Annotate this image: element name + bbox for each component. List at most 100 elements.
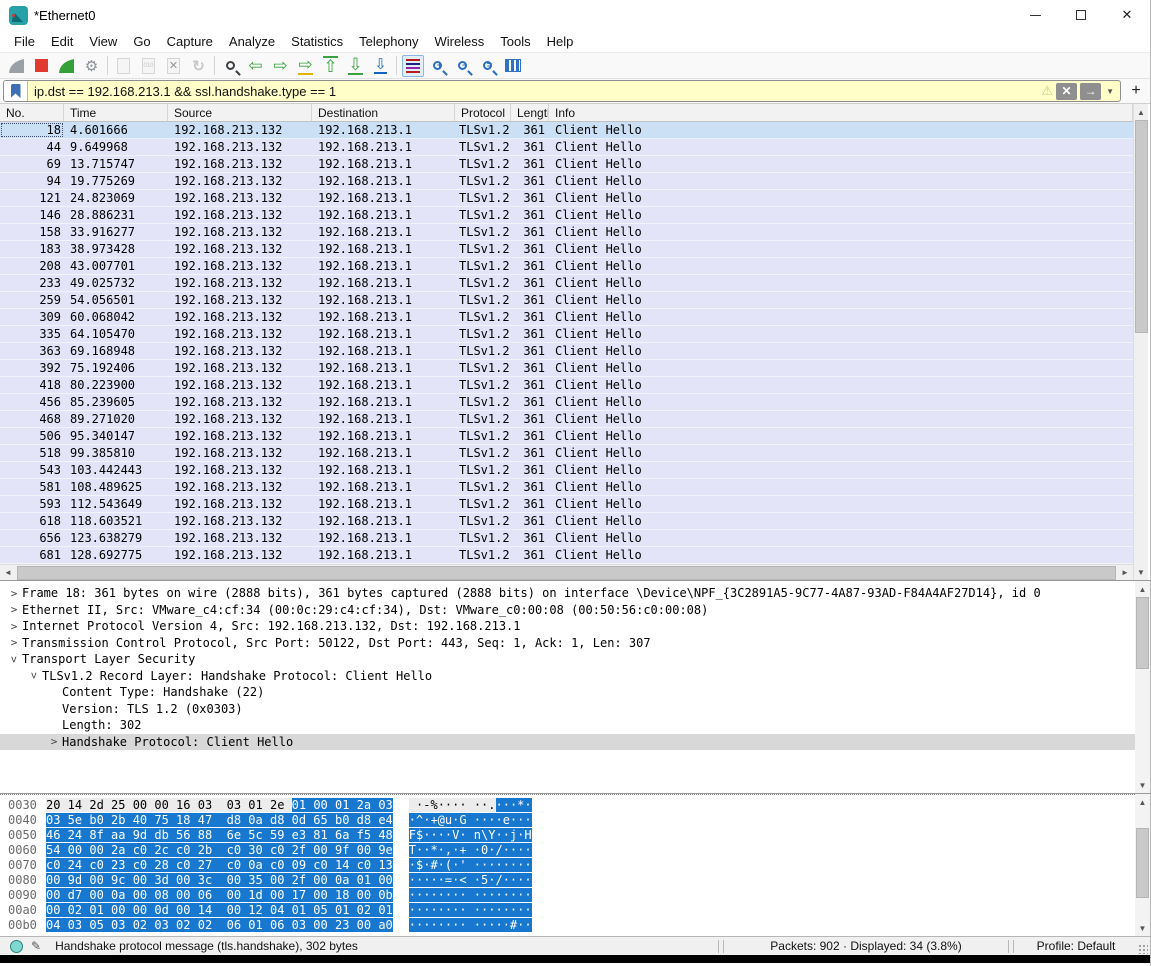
packet-row[interactable]: 593112.543649192.168.213.132192.168.213.… [0, 496, 1133, 513]
menu-wireless[interactable]: Wireless [426, 32, 492, 51]
restart-capture-icon[interactable] [54, 54, 79, 78]
packet-row[interactable]: 14628.886231192.168.213.132192.168.213.1… [0, 207, 1133, 224]
menu-file[interactable]: File [6, 32, 43, 51]
open-file-icon[interactable] [111, 54, 136, 78]
capture-comment-icon[interactable]: ✎ [31, 939, 41, 953]
hex-row[interactable]: 003020 14 2d 25 00 00 16 03 03 01 2e 01 … [0, 798, 1135, 813]
column-header-no[interactable]: No. [0, 104, 64, 121]
auto-scroll-icon[interactable]: ⇩ [368, 54, 393, 78]
scroll-left-icon[interactable]: ◄ [0, 565, 16, 581]
packet-row[interactable]: 449.649968192.168.213.132192.168.213.1TL… [0, 139, 1133, 156]
filter-apply-button[interactable]: → [1080, 83, 1101, 100]
zoom-in-icon[interactable]: + [425, 54, 450, 78]
packet-row[interactable]: 25954.056501192.168.213.132192.168.213.1… [0, 292, 1133, 309]
column-header-source[interactable]: Source [168, 104, 312, 121]
packet-row[interactable]: 20843.007701192.168.213.132192.168.213.1… [0, 258, 1133, 275]
packet-row[interactable]: 9419.775269192.168.213.132192.168.213.1T… [0, 173, 1133, 190]
packet-row[interactable]: 45685.239605192.168.213.132192.168.213.1… [0, 394, 1133, 411]
go-back-icon[interactable]: ⇦ [243, 54, 268, 78]
vscroll-thumb[interactable] [1135, 120, 1148, 333]
zoom-out-icon[interactable]: − [450, 54, 475, 78]
scroll-right-icon[interactable]: ► [1117, 565, 1133, 581]
packet-row[interactable]: 618118.603521192.168.213.132192.168.213.… [0, 513, 1133, 530]
zoom-reset-icon[interactable]: = [475, 54, 500, 78]
column-header-destination[interactable]: Destination [312, 104, 455, 121]
packet-list-vscrollbar[interactable]: ▲ ▼ [1133, 104, 1148, 580]
detail-line[interactable]: Version: TLS 1.2 (0x0303) [0, 701, 1135, 718]
detail-line[interactable]: >TLSv1.2 Record Layer: Handshake Protoco… [0, 668, 1135, 685]
menu-capture[interactable]: Capture [159, 32, 221, 51]
packet-row[interactable]: 50695.340147192.168.213.132192.168.213.1… [0, 428, 1133, 445]
hex-row[interactable]: 0070c0 24 c0 23 c0 28 c0 27 c0 0a c0 09 … [0, 858, 1135, 873]
filter-add-button[interactable]: + [1125, 81, 1147, 101]
menu-telephony[interactable]: Telephony [351, 32, 426, 51]
hex-row[interactable]: 008000 9d 00 9c 00 3d 00 3c 00 35 00 2f … [0, 873, 1135, 888]
close-button[interactable]: ✕ [1104, 0, 1150, 30]
resize-columns-icon[interactable] [500, 54, 525, 78]
packet-row[interactable]: 581108.489625192.168.213.132192.168.213.… [0, 479, 1133, 496]
hex-row[interactable]: 006054 00 00 2a c0 2c c0 2b c0 30 c0 2f … [0, 843, 1135, 858]
bytes-vscrollbar[interactable]: ▲ ▼ [1135, 794, 1150, 936]
expert-info-icon[interactable] [10, 940, 23, 953]
packet-row[interactable]: 30960.068042192.168.213.132192.168.213.1… [0, 309, 1133, 326]
chevron-down-icon[interactable]: > [28, 668, 41, 684]
start-capture-icon[interactable] [4, 54, 29, 78]
packet-row[interactable]: 184.601666192.168.213.132192.168.213.1TL… [0, 122, 1133, 139]
packet-row[interactable]: 41880.223900192.168.213.132192.168.213.1… [0, 377, 1133, 394]
packet-row[interactable]: 46889.271020192.168.213.132192.168.213.1… [0, 411, 1133, 428]
packet-row[interactable]: 12124.823069192.168.213.132192.168.213.1… [0, 190, 1133, 207]
reload-file-icon[interactable]: ↻ [186, 54, 211, 78]
detail-line[interactable]: >Handshake Protocol: Client Hello [0, 734, 1135, 751]
column-header-time[interactable]: Time [64, 104, 168, 121]
packet-row[interactable]: 15833.916277192.168.213.132192.168.213.1… [0, 224, 1133, 241]
detail-line[interactable]: >Ethernet II, Src: VMware_c4:cf:34 (00:0… [0, 602, 1135, 619]
packet-list-hscrollbar[interactable]: ◄ ► [0, 564, 1133, 580]
chevron-right-icon[interactable]: > [6, 620, 22, 633]
scroll-down-icon[interactable]: ▼ [1135, 920, 1151, 936]
filter-input[interactable] [28, 84, 1041, 99]
column-header-protocol[interactable]: Protocol [455, 104, 511, 121]
filter-bookmark-button[interactable] [4, 81, 28, 101]
chevron-right-icon[interactable]: > [6, 603, 22, 616]
scroll-up-icon[interactable]: ▲ [1135, 794, 1151, 810]
menu-tools[interactable]: Tools [492, 32, 538, 51]
chevron-right-icon[interactable]: > [6, 636, 22, 649]
go-forward-icon[interactable]: ⇨ [268, 54, 293, 78]
detail-line[interactable]: Length: 302 [0, 717, 1135, 734]
resize-grip[interactable] [1138, 944, 1148, 954]
menu-help[interactable]: Help [539, 32, 582, 51]
detail-line[interactable]: >Internet Protocol Version 4, Src: 192.1… [0, 618, 1135, 635]
hscroll-thumb[interactable] [17, 566, 1116, 580]
profile-selector[interactable]: Profile: Default [1016, 939, 1136, 953]
menu-go[interactable]: Go [125, 32, 158, 51]
menu-view[interactable]: View [81, 32, 125, 51]
packet-row[interactable]: 18338.973428192.168.213.132192.168.213.1… [0, 241, 1133, 258]
go-to-packet-icon[interactable]: ⇨ [293, 54, 318, 78]
packet-row[interactable]: 51899.385810192.168.213.132192.168.213.1… [0, 445, 1133, 462]
details-vscrollbar[interactable]: ▲ ▼ [1135, 581, 1150, 793]
hex-row[interactable]: 005046 24 8f aa 9d db 56 88 6e 5c 59 e3 … [0, 828, 1135, 843]
chevron-right-icon[interactable]: > [6, 587, 22, 600]
detail-line[interactable]: >Transport Layer Security [0, 651, 1135, 668]
packet-row[interactable]: 543103.442443192.168.213.132192.168.213.… [0, 462, 1133, 479]
hex-row[interactable]: 009000 d7 00 0a 00 08 00 06 00 1d 00 17 … [0, 888, 1135, 903]
bytes-scroll-thumb[interactable] [1136, 828, 1149, 898]
colorize-packets-icon[interactable] [400, 54, 425, 78]
filter-dropdown-icon[interactable]: ▼ [1104, 87, 1120, 96]
detail-line[interactable]: >Transmission Control Protocol, Src Port… [0, 635, 1135, 652]
minimize-button[interactable] [1012, 0, 1058, 30]
menu-edit[interactable]: Edit [43, 32, 81, 51]
packet-row[interactable]: 39275.192406192.168.213.132192.168.213.1… [0, 360, 1133, 377]
column-header-length[interactable]: Length [511, 104, 549, 121]
packet-row[interactable]: 656123.638279192.168.213.132192.168.213.… [0, 530, 1133, 547]
maximize-button[interactable] [1058, 0, 1104, 30]
scroll-down-icon[interactable]: ▼ [1135, 777, 1151, 793]
filter-clear-button[interactable]: ✕ [1056, 83, 1077, 100]
go-first-packet-icon[interactable]: ⇧ [318, 54, 343, 78]
menu-statistics[interactable]: Statistics [283, 32, 351, 51]
save-file-icon[interactable]: 010 [136, 54, 161, 78]
column-header-info[interactable]: Info [549, 104, 1133, 121]
packet-row[interactable]: 6913.715747192.168.213.132192.168.213.1T… [0, 156, 1133, 173]
capture-options-icon[interactable]: ⚙ [79, 54, 104, 78]
chevron-right-icon[interactable]: > [46, 735, 62, 748]
